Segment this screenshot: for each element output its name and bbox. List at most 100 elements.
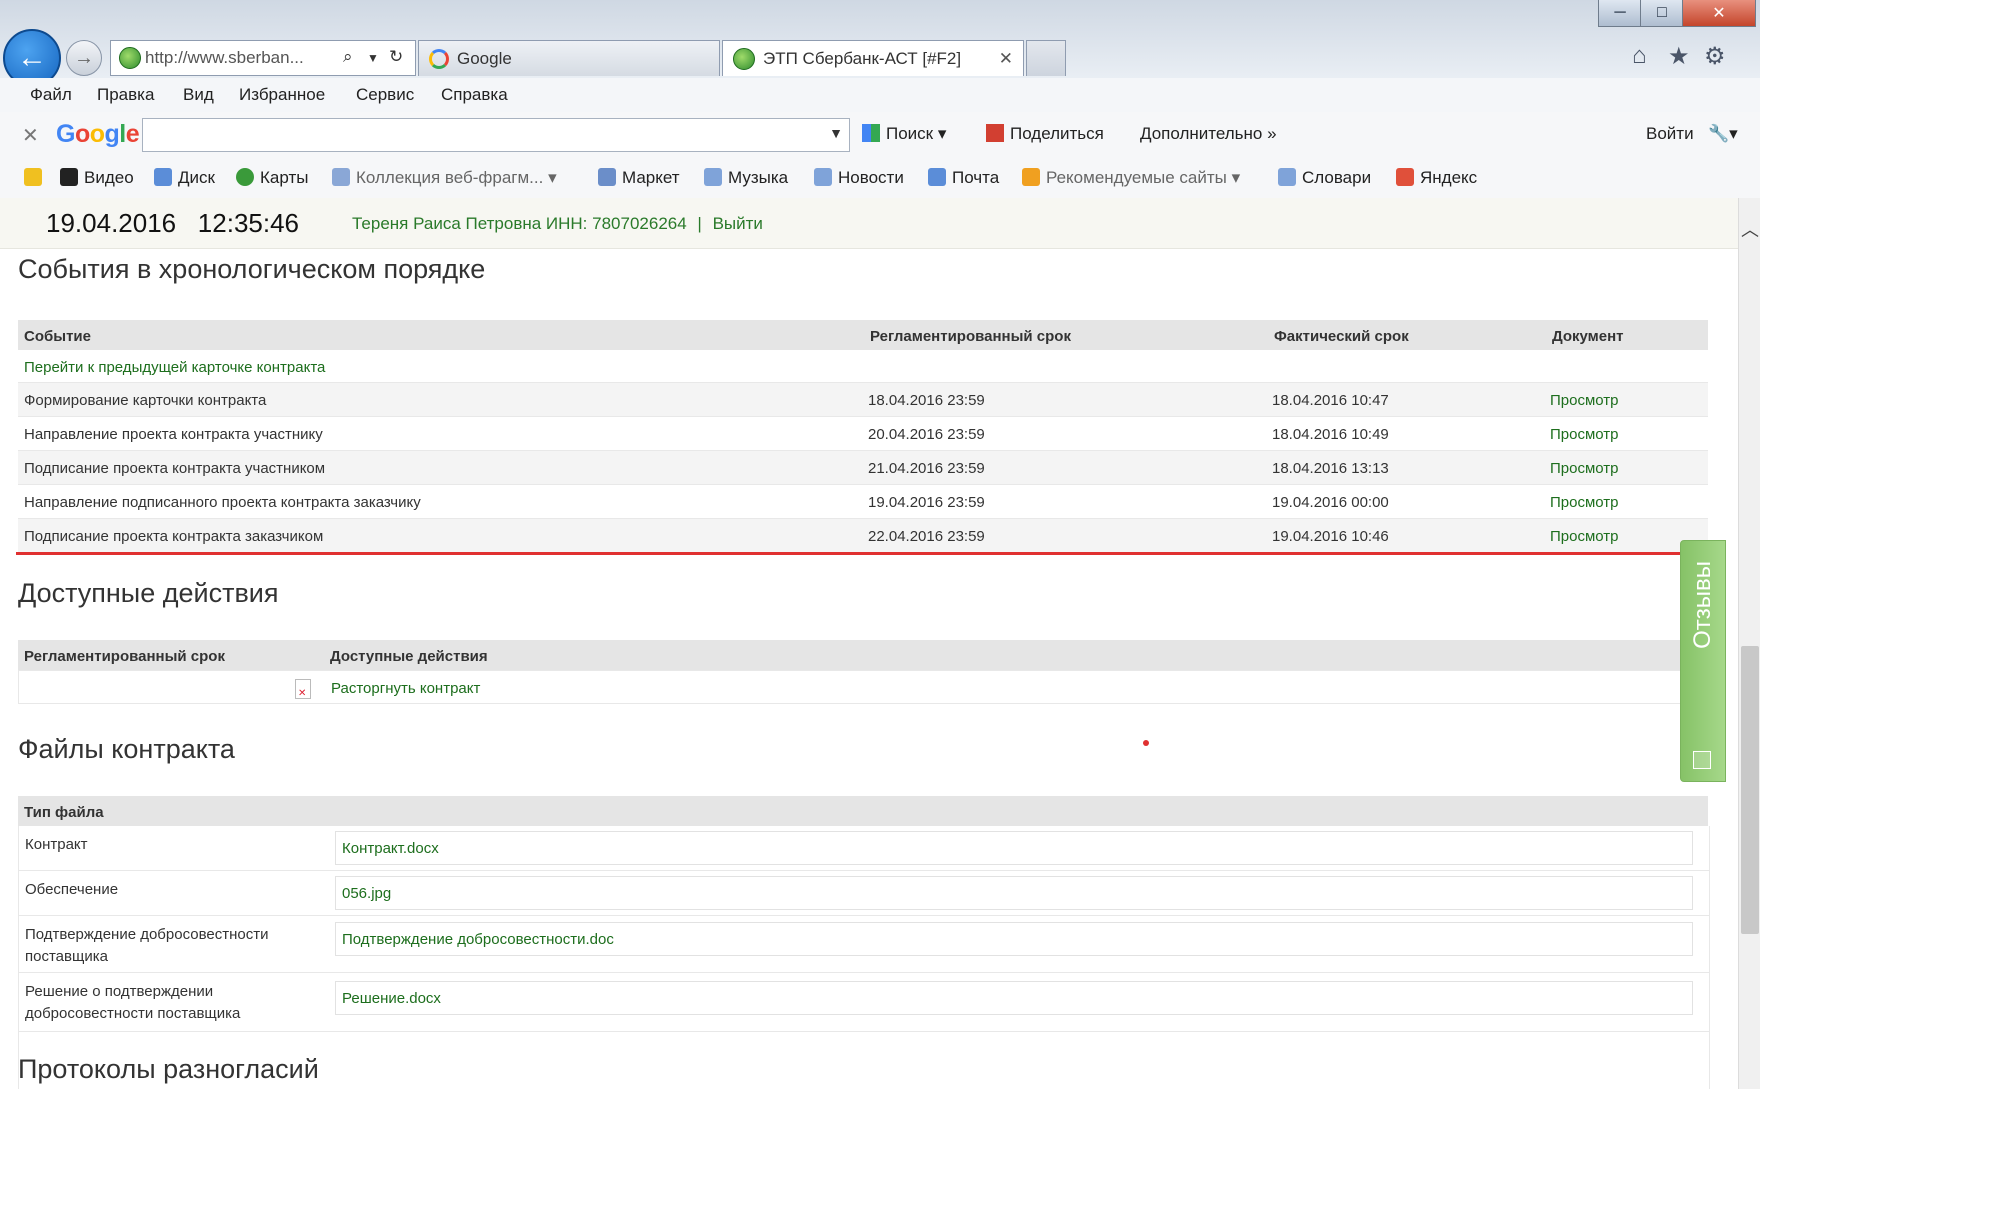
menu-edit[interactable]: Правка (97, 85, 154, 105)
actions-title: Доступные действия (18, 578, 279, 608)
tab-google[interactable]: Google (418, 40, 720, 76)
bookmark-yandex[interactable]: Яндекс (1396, 168, 1477, 188)
feedback-label: Отзывы (1689, 561, 1716, 649)
table-row: Направление подписанного проекта контрак… (18, 485, 1708, 519)
share-icon (986, 124, 1004, 142)
menu-favorites[interactable]: Избранное (239, 85, 325, 105)
bookmark-maps[interactable]: Карты (236, 168, 308, 188)
tab-etp-sberbank[interactable]: ЭТП Сбербанк-АСТ [#F2] ✕ (722, 40, 1024, 76)
bookmark-suggested-sites[interactable]: Рекомендуемые сайты ▾ (1022, 168, 1240, 188)
home-icon[interactable]: ⌂ (1632, 42, 1647, 70)
menu-view[interactable]: Вид (183, 85, 214, 105)
bookmark-disk[interactable]: Диск (154, 168, 215, 188)
file-link[interactable]: Решение.docx (342, 990, 441, 1007)
close-toolbar-icon[interactable]: ✕ (22, 123, 39, 148)
market-icon (598, 168, 616, 186)
bookmark-dictionaries[interactable]: Словари (1278, 168, 1371, 188)
bookmark-mail[interactable]: Почта (928, 168, 999, 188)
address-bar[interactable]: http://www.sberban... ⌕ ▼ ↻ (110, 40, 416, 76)
event-deadline: 18.04.2016 23:59 (868, 392, 985, 409)
event-name: Формирование карточки контракта (24, 392, 267, 409)
view-document-link[interactable]: Просмотр (1550, 426, 1619, 443)
google-favicon-icon (429, 48, 449, 69)
scrollbar-thumb[interactable] (1741, 646, 1759, 934)
table-row: ✕ Расторгнуть контракт (18, 670, 1708, 704)
bookmark-news[interactable]: Новости (814, 168, 904, 188)
col-file-type: Тип файла (24, 804, 104, 821)
gear-icon[interactable]: ⚙ (1704, 42, 1726, 71)
page-content: 19.04.2016 12:35:46 Тереня Раиса Петровн… (0, 198, 1738, 1089)
table-row: Направление проекта контракта участнику … (18, 417, 1708, 451)
refresh-icon[interactable]: ↻ (389, 47, 403, 67)
file-link[interactable]: Контракт.docx (342, 840, 439, 857)
bookmark-video[interactable]: Видео (60, 168, 134, 188)
more-button[interactable]: Дополнительно » (1140, 124, 1277, 144)
file-type: Подтверждение добросовестности поставщик… (25, 926, 269, 965)
view-document-link[interactable]: Просмотр (1550, 494, 1619, 511)
arrow-right-icon: → (74, 46, 94, 69)
search-icon[interactable]: ⌕ (343, 47, 353, 67)
files-title: Файлы контракта (18, 734, 235, 764)
file-type: Решение о подтверждении добросовестности… (25, 983, 241, 1022)
table-row: Перейти к предыдущей карточке контракта (18, 350, 1708, 383)
view-document-link[interactable]: Просмотр (1550, 460, 1619, 477)
prev-contract-link[interactable]: Перейти к предыдущей карточке контракта (24, 359, 325, 376)
login-button[interactable]: Войти (1646, 124, 1694, 144)
bookmark-music[interactable]: Музыка (704, 168, 788, 188)
news-icon (814, 168, 832, 186)
video-icon (60, 168, 78, 186)
maximize-button[interactable]: □ (1640, 0, 1684, 27)
col-deadline: Регламентированный срок (24, 648, 225, 665)
user-header: 19.04.2016 12:35:46 Тереня Раиса Петровн… (0, 198, 1738, 249)
table-row: Контракт Контракт.docx (19, 826, 1709, 871)
logout-link[interactable]: Выйти (713, 214, 763, 233)
menu-tools[interactable]: Сервис (356, 85, 414, 105)
minimize-button[interactable]: ─ (1598, 0, 1642, 27)
menu-help[interactable]: Справка (441, 85, 508, 105)
table-row: Подписание проекта контракта заказчиком … (18, 519, 1708, 553)
google-search-button[interactable]: Поиск ▾ (862, 124, 946, 144)
edit-icon (1693, 751, 1711, 769)
terminate-contract-link[interactable]: Расторгнуть контракт (331, 680, 480, 697)
view-document-link[interactable]: Просмотр (1550, 528, 1619, 545)
address-text: http://www.sberban... (145, 48, 304, 67)
google-logo: Google (56, 120, 140, 148)
table-row: Подписание проекта контракта участником … (18, 451, 1708, 485)
dropdown-icon[interactable]: ▼ (367, 51, 379, 65)
terminate-contract-icon[interactable]: ✕ (295, 679, 311, 699)
menu-file[interactable]: Файл (30, 85, 72, 105)
bookmark-webslices[interactable]: Коллекция веб-фрагм... ▾ (332, 168, 557, 188)
wrench-icon[interactable]: 🔧▾ (1708, 124, 1738, 144)
sberbank-favicon-icon (733, 47, 755, 70)
view-document-link[interactable]: Просмотр (1550, 392, 1619, 409)
file-link[interactable]: 056.jpg (342, 885, 391, 902)
file-link[interactable]: Подтверждение добросовестности.doc (342, 931, 614, 948)
event-deadline: 20.04.2016 23:59 (868, 426, 985, 443)
google-search-input[interactable]: ▼ (142, 118, 850, 152)
music-icon (704, 168, 722, 186)
scroll-up-icon[interactable]: ︿ (1741, 216, 1759, 242)
new-tab-button[interactable] (1026, 40, 1066, 76)
file-field: 056.jpg (335, 876, 1693, 910)
event-name: Направление проекта контракта участнику (24, 426, 323, 443)
dropdown-icon[interactable]: ▼ (829, 125, 843, 141)
table-row: Обеспечение 056.jpg (19, 871, 1709, 916)
file-type: Обеспечение (25, 881, 119, 898)
close-tab-icon[interactable]: ✕ (999, 49, 1013, 69)
close-window-button[interactable]: ✕ (1682, 0, 1756, 27)
dictionary-icon (1278, 168, 1296, 186)
event-actual: 18.04.2016 13:13 (1272, 460, 1389, 477)
page-scrollbar[interactable]: ︿ (1738, 198, 1760, 1089)
forward-button[interactable]: → (66, 40, 102, 76)
add-favorite-icon[interactable] (24, 168, 48, 188)
feedback-tab[interactable]: Отзывы (1680, 540, 1726, 782)
webslice-icon (332, 168, 350, 186)
col-actual: Фактический срок (1274, 328, 1409, 345)
col-event: Событие (24, 328, 91, 345)
share-button[interactable]: Поделиться (986, 124, 1104, 144)
bookmark-market[interactable]: Маркет (598, 168, 680, 188)
mail-icon (928, 168, 946, 186)
table-row: Формирование карточки контракта 18.04.20… (18, 383, 1708, 417)
col-actions: Доступные действия (330, 648, 488, 665)
favorites-star-icon[interactable]: ★ (1668, 42, 1690, 71)
